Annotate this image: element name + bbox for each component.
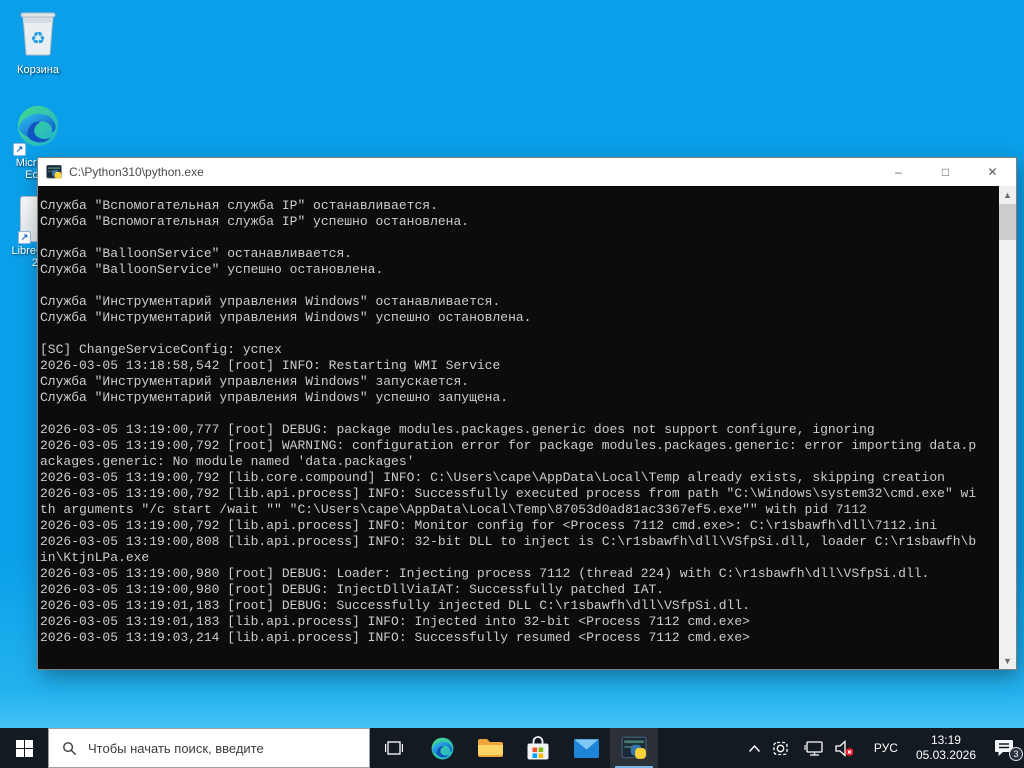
taskbar-file-explorer-button[interactable]: [466, 728, 514, 768]
tray-chevron-up-button[interactable]: [742, 728, 767, 768]
console-line: 2026-03-05 13:19:00,777 [root] DEBUG: pa…: [40, 422, 875, 437]
shortcut-arrow-icon: ↗: [18, 231, 31, 244]
tray-volume-button[interactable]: [829, 728, 864, 768]
action-center-button[interactable]: 3: [984, 728, 1024, 768]
chevron-up-icon: [748, 744, 760, 752]
network-ethernet-icon: [804, 741, 823, 756]
console-line: in\KtjnLPa.exe: [40, 550, 150, 565]
console-line: Служба "Инструментарий управления Window…: [40, 374, 470, 389]
console-line: 2026-03-05 13:18:58,542 [root] INFO: Res…: [40, 358, 501, 373]
console-scrollbar[interactable]: ▲ ▼: [999, 186, 1016, 669]
task-view-icon: [385, 741, 403, 755]
edge-icon: [431, 737, 453, 759]
console-content[interactable]: Служба "Вспомогательная служба IP" остан…: [38, 186, 1016, 669]
window-titlebar[interactable]: C:\Python310\python.exe – □ ✕: [38, 158, 1016, 186]
maximize-button[interactable]: □: [922, 158, 969, 186]
console-line: Служба "Вспомогательная служба IP" остан…: [40, 198, 438, 213]
task-view-button[interactable]: [370, 728, 418, 768]
clock-time: 13:19: [930, 733, 961, 747]
console-line: 2026-03-05 13:19:00,792 [lib.api.process…: [40, 518, 938, 533]
scrollbar-thumb[interactable]: [999, 204, 1016, 240]
search-placeholder: Чтобы начать поиск, введите: [88, 740, 264, 756]
recycle-bin-icon: ♻: [17, 10, 59, 61]
minimize-button[interactable]: –: [875, 158, 922, 186]
taskbar-mail-button[interactable]: [562, 728, 610, 768]
console-line: Служба "BalloonService" останавливается.: [40, 246, 353, 261]
file-explorer-icon: [478, 739, 503, 757]
console-window: C:\Python310\python.exe – □ ✕ Служба "Вс…: [38, 158, 1016, 669]
taskbar-store-button[interactable]: [514, 728, 562, 768]
windows-logo-icon: [15, 739, 33, 757]
microsoft-store-icon: [527, 735, 549, 759]
console-line: 2026-03-05 13:19:00,808 [lib.api.process…: [40, 534, 977, 549]
console-line: 2026-03-05 13:19:00,792 [lib.api.process…: [40, 486, 977, 501]
shortcut-arrow-icon: ↗: [13, 143, 26, 156]
search-icon: [62, 741, 77, 756]
start-button[interactable]: [0, 728, 48, 768]
edge-icon: ↗: [13, 103, 61, 156]
console-line: 2026-03-05 13:19:00,792 [lib.core.compou…: [40, 470, 945, 485]
console-line: 2026-03-05 13:19:01,183 [root] DEBUG: Su…: [40, 598, 750, 613]
console-line: Служба "Вспомогательная служба IP" успеш…: [40, 214, 470, 229]
desktop-icon-label: Корзина: [17, 64, 59, 76]
clock-date: 05.03.2026: [915, 748, 976, 762]
console-line: 2026-03-05 13:19:03,214 [lib.api.process…: [40, 630, 750, 645]
console-line: [SC] ChangeServiceConfig: успех: [40, 342, 282, 357]
console-line: 2026-03-05 13:19:01,183 [lib.api.process…: [40, 614, 750, 629]
meet-now-camera-icon: [773, 741, 788, 755]
console-line: 2026-03-05 13:19:00,792 [root] WARNING: …: [40, 438, 977, 453]
tray-language-indicator[interactable]: РУС: [864, 741, 908, 755]
console-line: th arguments "/c start /wait "" "C:\User…: [40, 502, 867, 517]
python-console-icon: [46, 164, 62, 180]
tray-meet-now-button[interactable]: [767, 728, 798, 768]
taskbar: Чтобы начать поиск, введите РУС 13:19 05…: [0, 728, 1024, 768]
desktop: ♻ Корзина ↗ Microsoft Ed: [0, 0, 1024, 768]
console-output: Служба "Вспомогательная служба IP" остан…: [40, 198, 996, 669]
console-line: Служба "Инструментарий управления Window…: [40, 294, 501, 309]
close-button[interactable]: ✕: [969, 158, 1016, 186]
console-line: 2026-03-05 13:19:00,980 [root] DEBUG: In…: [40, 582, 665, 597]
console-line: 2026-03-05 13:19:00,980 [root] DEBUG: Lo…: [40, 566, 930, 581]
notification-count-badge: 3: [1009, 747, 1023, 761]
tray-clock[interactable]: 13:19 05.03.2026: [908, 733, 984, 763]
volume-muted-icon: [835, 739, 854, 757]
desktop-icon-recycle-bin[interactable]: ♻ Корзина: [2, 10, 74, 76]
window-title: C:\Python310\python.exe: [69, 165, 204, 179]
scroll-up-icon[interactable]: ▲: [999, 186, 1016, 203]
python-console-icon: [621, 736, 647, 759]
console-line: Служба "Инструментарий управления Window…: [40, 310, 532, 325]
scroll-down-icon[interactable]: ▼: [999, 652, 1016, 669]
taskbar-search-input[interactable]: Чтобы начать поиск, введите: [48, 728, 370, 768]
console-line: Служба "BalloonService" успешно остановл…: [40, 262, 384, 277]
mail-icon: [573, 738, 599, 758]
console-line: Служба "Инструментарий управления Window…: [40, 390, 509, 405]
console-line: ackages.generic: No module named 'data.p…: [40, 454, 415, 469]
tray-network-button[interactable]: [798, 728, 829, 768]
taskbar-python-console-button[interactable]: [610, 728, 658, 768]
svg-text:♻: ♻: [30, 29, 45, 49]
taskbar-edge-button[interactable]: [418, 728, 466, 768]
